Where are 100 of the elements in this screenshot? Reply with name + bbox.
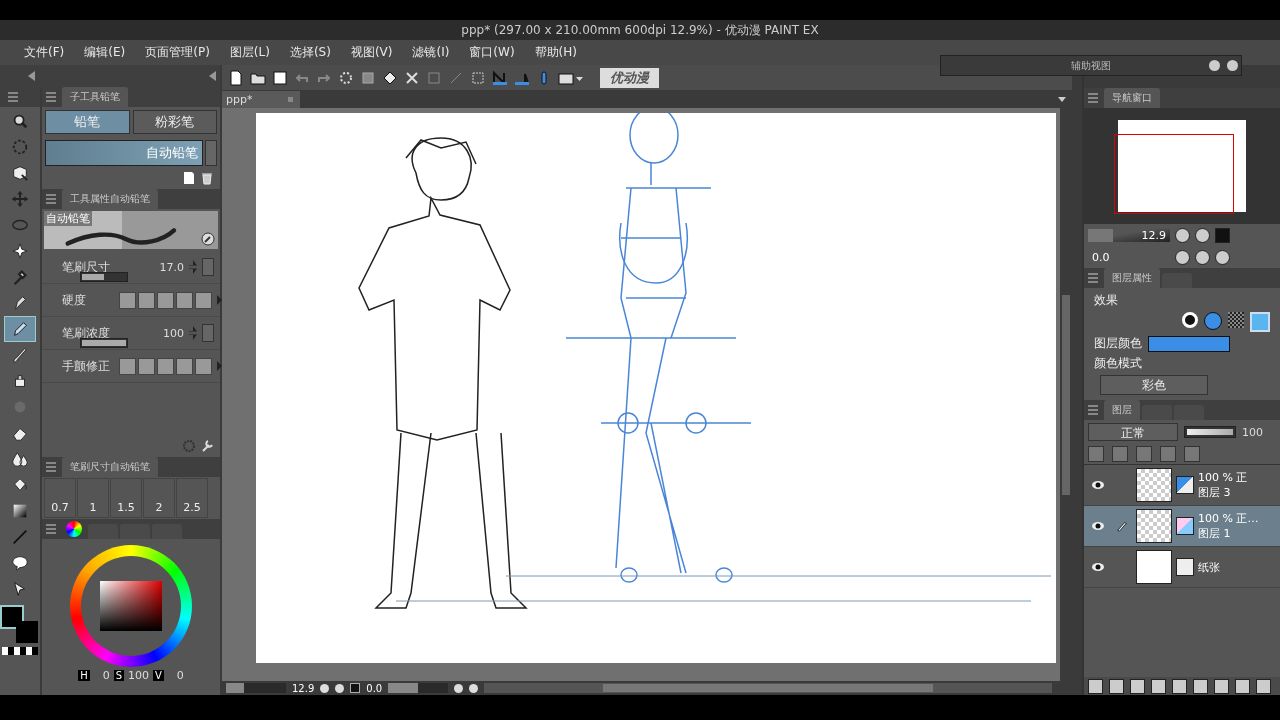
scrollbar[interactable] xyxy=(205,140,217,166)
menu-item[interactable]: 文件(F) xyxy=(14,44,75,61)
bucket-icon xyxy=(11,476,29,494)
panel-tab[interactable]: 子工具铅笔 xyxy=(62,87,128,107)
panel-menu-icon[interactable] xyxy=(46,194,56,204)
color-effect-icon[interactable] xyxy=(1204,312,1222,330)
sub-color-swatch[interactable] xyxy=(16,621,38,643)
layer-thumbnail xyxy=(1136,509,1172,543)
channel-label: S xyxy=(113,670,124,681)
transparent-color-swatch[interactable] xyxy=(2,647,38,655)
paper-layer-icon xyxy=(1176,558,1194,576)
main-color-swatch[interactable] xyxy=(2,607,22,627)
fit-icon[interactable] xyxy=(350,683,361,693)
tool-button[interactable] xyxy=(5,317,35,341)
dropdown-arrow-icon[interactable] xyxy=(1058,96,1066,102)
ruler-snap-icon[interactable] xyxy=(492,69,508,86)
brush-size-preset[interactable]: 1 xyxy=(77,478,109,518)
view-frame[interactable] xyxy=(1114,134,1234,214)
panel-menu-icon[interactable] xyxy=(46,92,56,102)
property-label: 硬度 xyxy=(62,291,87,309)
gradient-icon xyxy=(11,502,29,520)
subtool-tab[interactable]: 粉彩笔 xyxy=(132,110,217,134)
layer-color-label: 图层颜色 xyxy=(1094,335,1142,352)
menu-item[interactable]: 视图(V) xyxy=(340,44,403,61)
panel-menu-icon[interactable] xyxy=(8,92,18,102)
brush-size-preset[interactable]: 2.5 xyxy=(176,478,208,518)
panel-tab[interactable]: 笔刷尺寸自动铅笔 xyxy=(62,457,158,477)
brush-name: 自动铅笔 xyxy=(44,211,92,226)
fill-bucket-icon[interactable] xyxy=(382,69,398,86)
channel-value: 100 xyxy=(128,669,149,682)
layer-color-swatch[interactable] xyxy=(1148,335,1230,352)
angle-value: 0.0 xyxy=(366,682,383,694)
color-mode-label: 颜色模式 xyxy=(1094,355,1143,372)
frame-icon[interactable] xyxy=(360,69,376,86)
panel-menu-icon[interactable] xyxy=(1088,93,1098,103)
wrench-icon[interactable] xyxy=(200,439,214,453)
tone-effect-icon[interactable] xyxy=(1228,312,1244,328)
panel-menu-icon[interactable] xyxy=(1088,273,1098,283)
horizontal-scrollbar[interactable] xyxy=(484,683,1052,693)
menu-item[interactable]: 页面管理(P) xyxy=(135,44,220,61)
eye-icon[interactable] xyxy=(1091,561,1105,573)
opacity-value: 100 xyxy=(1242,425,1263,439)
document-tab[interactable]: ppp* xyxy=(222,90,300,108)
slider-track[interactable] xyxy=(80,272,128,282)
menu-item[interactable]: 选择(S) xyxy=(279,44,341,61)
eye-icon[interactable] xyxy=(1091,520,1105,532)
layer-opacity-blend: 100 % 正 xyxy=(1198,470,1248,485)
menu-item[interactable]: 图层(L) xyxy=(219,44,280,61)
property-label: 笔刷浓度 xyxy=(62,324,111,342)
dotted-selection-icon[interactable] xyxy=(338,69,354,86)
layer-row[interactable]: 100 % 正… 图层 1 xyxy=(1084,506,1280,547)
color-wheel-tab-icon[interactable] xyxy=(66,521,82,537)
zoom-slider[interactable] xyxy=(226,683,286,693)
zoom-value: 12.9 xyxy=(1141,228,1167,242)
layer-row[interactable]: 100 % 正 图层 3 xyxy=(1084,465,1280,506)
panel-tab[interactable]: 导航窗口 xyxy=(1104,88,1160,108)
property-label: 手颤修正 xyxy=(62,357,111,375)
panel-tab[interactable]: 图层属性 xyxy=(1104,268,1160,288)
channel-label: V xyxy=(153,670,164,681)
dotted-square-icon[interactable] xyxy=(470,69,486,86)
color-mode-dropdown[interactable]: 彩色 xyxy=(1100,375,1208,395)
wrench-icon[interactable] xyxy=(201,232,215,246)
property-value: 100 xyxy=(163,326,184,340)
panel-menu-icon[interactable] xyxy=(1088,405,1098,415)
lasso-icon xyxy=(11,138,29,156)
panel-menu-icon[interactable] xyxy=(46,524,56,534)
saturation-value-square[interactable] xyxy=(100,581,162,631)
app-logo[interactable]: 优动漫 xyxy=(600,67,659,88)
menu-item[interactable]: 滤镜(I) xyxy=(402,44,460,61)
floating-window[interactable]: 辅助视图 xyxy=(940,55,1242,76)
layer-row[interactable]: 纸张 xyxy=(1084,547,1280,588)
new-page-icon[interactable] xyxy=(182,171,196,185)
property-label: 笔刷尺寸 xyxy=(62,258,111,276)
pencil-icon xyxy=(11,320,29,338)
blend-mode-dropdown[interactable]: 正常 xyxy=(1088,423,1178,441)
brush-size-preset[interactable]: 0.7 xyxy=(44,478,76,518)
layer-opacity-blend: 100 % 正… xyxy=(1198,511,1259,526)
eye-icon[interactable] xyxy=(1091,479,1105,491)
rotation-slider[interactable] xyxy=(388,683,449,693)
window-title: 辅助视图 xyxy=(1071,58,1111,73)
save-icon[interactable] xyxy=(272,69,288,86)
drops-icon xyxy=(11,450,29,468)
layer-color-effect-icon[interactable] xyxy=(1250,312,1270,332)
brush-size-preset[interactable]: 2 xyxy=(143,478,175,518)
brush-size-preset[interactable]: 1.5 xyxy=(110,478,142,518)
border-effect-icon[interactable] xyxy=(1182,312,1198,328)
pressure-toggle[interactable] xyxy=(202,258,214,276)
menu-item[interactable]: 窗口(W) xyxy=(459,44,525,61)
level-presets[interactable] xyxy=(119,357,212,375)
zoom-slider[interactable]: 12.9 xyxy=(1088,228,1170,242)
panel-menu-icon[interactable] xyxy=(46,462,56,472)
pressure-toggle[interactable] xyxy=(202,324,214,342)
transform-icon[interactable] xyxy=(404,69,420,86)
new-file-icon[interactable] xyxy=(228,69,244,86)
channel-label: H xyxy=(78,670,90,681)
menu-item[interactable]: 帮助(H) xyxy=(524,44,587,61)
raster-layer-icon xyxy=(1176,517,1194,535)
level-presets[interactable] xyxy=(119,291,212,309)
menu-item[interactable]: 编辑(E) xyxy=(74,44,136,61)
panel-tab[interactable]: 工具属性自动铅笔 xyxy=(62,189,158,209)
